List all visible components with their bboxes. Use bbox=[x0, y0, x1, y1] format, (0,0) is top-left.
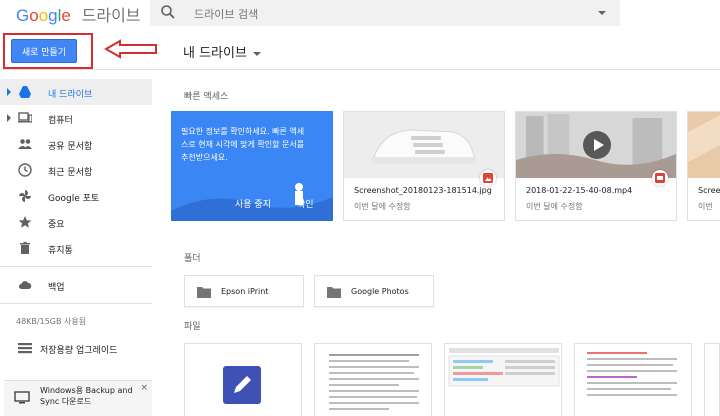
logo-letter: G bbox=[16, 6, 30, 25]
breadcrumb-label: 내 드라이브 bbox=[183, 46, 247, 61]
video-file-icon bbox=[652, 170, 668, 186]
promo-illustration bbox=[171, 183, 333, 221]
sidebar-item-starred[interactable]: 중요 bbox=[0, 209, 152, 235]
top-bar: Google 드라이브 드라이브 검색 bbox=[0, 0, 720, 26]
promo-dismiss-button[interactable]: 사용 중지 bbox=[235, 197, 271, 210]
drive-icon bbox=[19, 86, 31, 98]
drive-app: Google 드라이브 드라이브 검색 새로 만들기 내 드라이브 내 드라이브 bbox=[0, 0, 720, 416]
spreadsheet-thumbnail bbox=[448, 348, 560, 387]
chevron-down-icon bbox=[252, 51, 261, 56]
quick-access-title: 빠른 액세스 bbox=[184, 92, 229, 102]
sidebar-item-label: 내 드라이브 bbox=[48, 90, 93, 100]
logo-letter: e bbox=[61, 6, 71, 25]
folder-item[interactable]: Google Photos bbox=[314, 275, 434, 307]
logo-letter: g bbox=[48, 6, 58, 25]
star-icon bbox=[18, 216, 32, 228]
sidebar-item-my-drive[interactable]: 내 드라이브 bbox=[0, 79, 152, 105]
document-thumbnail bbox=[329, 354, 419, 410]
image-file-icon bbox=[480, 170, 496, 186]
expand-arrow-icon[interactable] bbox=[7, 114, 11, 122]
sidebar-item-shared[interactable]: 공유 문서함 bbox=[0, 131, 152, 157]
sidebar-item-trash[interactable]: 휴지통 bbox=[0, 235, 152, 261]
folder-item[interactable]: Epson iPrint bbox=[184, 275, 304, 307]
document-thumbnail bbox=[587, 352, 677, 396]
file-card[interactable] bbox=[314, 343, 432, 416]
sidebar-item-photos[interactable]: Google 포토 bbox=[0, 183, 152, 209]
cloud-icon bbox=[19, 281, 32, 289]
folder-name: Epson iPrint bbox=[221, 287, 269, 296]
search-options-chevron-icon[interactable] bbox=[598, 11, 606, 15]
folder-icon bbox=[197, 287, 211, 298]
promo-text: 필요한 정보를 확인하세요. 빠른 액세스로 현재 시각에 맞게 확인할 문서를… bbox=[181, 127, 305, 162]
file-modified: 이번 달에 수정함 bbox=[526, 202, 583, 211]
files-title: 파일 bbox=[184, 322, 201, 332]
drawing-app-icon bbox=[223, 366, 261, 404]
main-content: 빠른 액세스 필요한 정보를 확인하세요. 빠른 액세스로 현재 시각에 맞게 … bbox=[160, 71, 720, 416]
pinwheel-icon bbox=[19, 190, 31, 202]
storage-usage: 48KB/15GB 사용됨 bbox=[16, 317, 87, 326]
file-card[interactable] bbox=[184, 343, 302, 416]
toolbar: 새로 만들기 내 드라이브 bbox=[0, 26, 720, 70]
backup-promo-card[interactable]: Windows용 Backup and Sync 다운로드 × bbox=[4, 380, 152, 416]
storage-bars-icon bbox=[18, 343, 32, 354]
play-icon[interactable] bbox=[582, 130, 612, 160]
sidebar-item-label: 백업 bbox=[48, 283, 65, 293]
google-drive-logo[interactable]: Google 드라이브 bbox=[16, 2, 141, 26]
file-name: 2018-01-22-15-40-08.mp4 bbox=[526, 186, 633, 195]
upgrade-storage-label: 저장용량 업그레이드 bbox=[40, 346, 118, 356]
quick-file-card[interactable]: 2018-01-22-15-40-08.mp4 이번 달에 수정함 bbox=[515, 111, 677, 221]
people-icon bbox=[18, 139, 32, 149]
sidebar-item-label: 컴퓨터 bbox=[48, 116, 73, 126]
backup-promo-text: Windows용 Backup and Sync 다운로드 bbox=[40, 386, 133, 406]
sidebar-item-label: Google 포토 bbox=[48, 194, 100, 204]
file-card[interactable] bbox=[444, 343, 562, 416]
file-card[interactable] bbox=[574, 343, 692, 416]
breadcrumb[interactable]: 내 드라이브 bbox=[183, 42, 261, 61]
clock-icon bbox=[18, 163, 32, 177]
google-wordmark: Google bbox=[16, 6, 76, 25]
logo-letter: o bbox=[38, 6, 49, 25]
promo-confirm-button[interactable]: 확인 bbox=[297, 197, 314, 210]
search-bar[interactable]: 드라이브 검색 bbox=[150, 0, 620, 26]
sidebar-divider bbox=[0, 303, 152, 304]
computer-icon bbox=[18, 112, 32, 123]
quick-file-card[interactable]: Screenshot_20180123-181514.jpg 이번 달에 수정함 bbox=[343, 111, 505, 221]
folder-name: Google Photos bbox=[351, 287, 409, 296]
new-button[interactable]: 새로 만들기 bbox=[11, 39, 77, 63]
folders-title: 폴더 bbox=[184, 254, 201, 264]
search-icon bbox=[161, 5, 175, 19]
file-modified: 이번 bbox=[698, 202, 713, 211]
quick-file-card[interactable]: Scree 이번 bbox=[687, 111, 720, 221]
file-name: Screenshot_20180123-181514.jpg bbox=[354, 186, 492, 195]
file-name: Scree bbox=[698, 186, 720, 195]
sidebar-item-label: 공유 문서함 bbox=[48, 142, 93, 152]
sidebar-item-label: 중요 bbox=[48, 220, 65, 230]
sidebar-divider bbox=[0, 266, 152, 267]
folder-icon bbox=[327, 287, 341, 298]
pointer-arrow-icon bbox=[104, 39, 157, 59]
trash-icon bbox=[20, 241, 30, 254]
file-card[interactable] bbox=[704, 343, 720, 416]
sidebar-item-backup[interactable]: 백업 bbox=[0, 272, 152, 298]
sidebar-item-label: 휴지통 bbox=[48, 246, 73, 256]
search-input[interactable]: 드라이브 검색 bbox=[194, 6, 258, 22]
close-icon[interactable]: × bbox=[140, 383, 148, 393]
sidebar-item-label: 최근 문서함 bbox=[48, 168, 93, 178]
sidebar: 내 드라이브 컴퓨터 공유 문서함 최근 문서함 Google 포토 중요 휴지… bbox=[0, 71, 160, 416]
file-thumbnail bbox=[344, 112, 504, 178]
file-modified: 이번 달에 수정함 bbox=[354, 202, 411, 211]
logo-letter: o bbox=[29, 6, 39, 25]
sidebar-item-recent[interactable]: 최근 문서함 bbox=[0, 157, 152, 183]
quick-access-promo-card: 필요한 정보를 확인하세요. 빠른 액세스로 현재 시각에 맞게 확인할 문서를… bbox=[171, 111, 333, 221]
monitor-icon bbox=[14, 391, 30, 404]
expand-arrow-icon[interactable] bbox=[7, 88, 11, 96]
upgrade-storage-link[interactable]: 저장용량 업그레이드 bbox=[0, 335, 152, 361]
product-name: 드라이브 bbox=[81, 8, 141, 25]
sidebar-item-computers[interactable]: 컴퓨터 bbox=[0, 105, 152, 131]
file-thumbnail bbox=[688, 112, 720, 178]
